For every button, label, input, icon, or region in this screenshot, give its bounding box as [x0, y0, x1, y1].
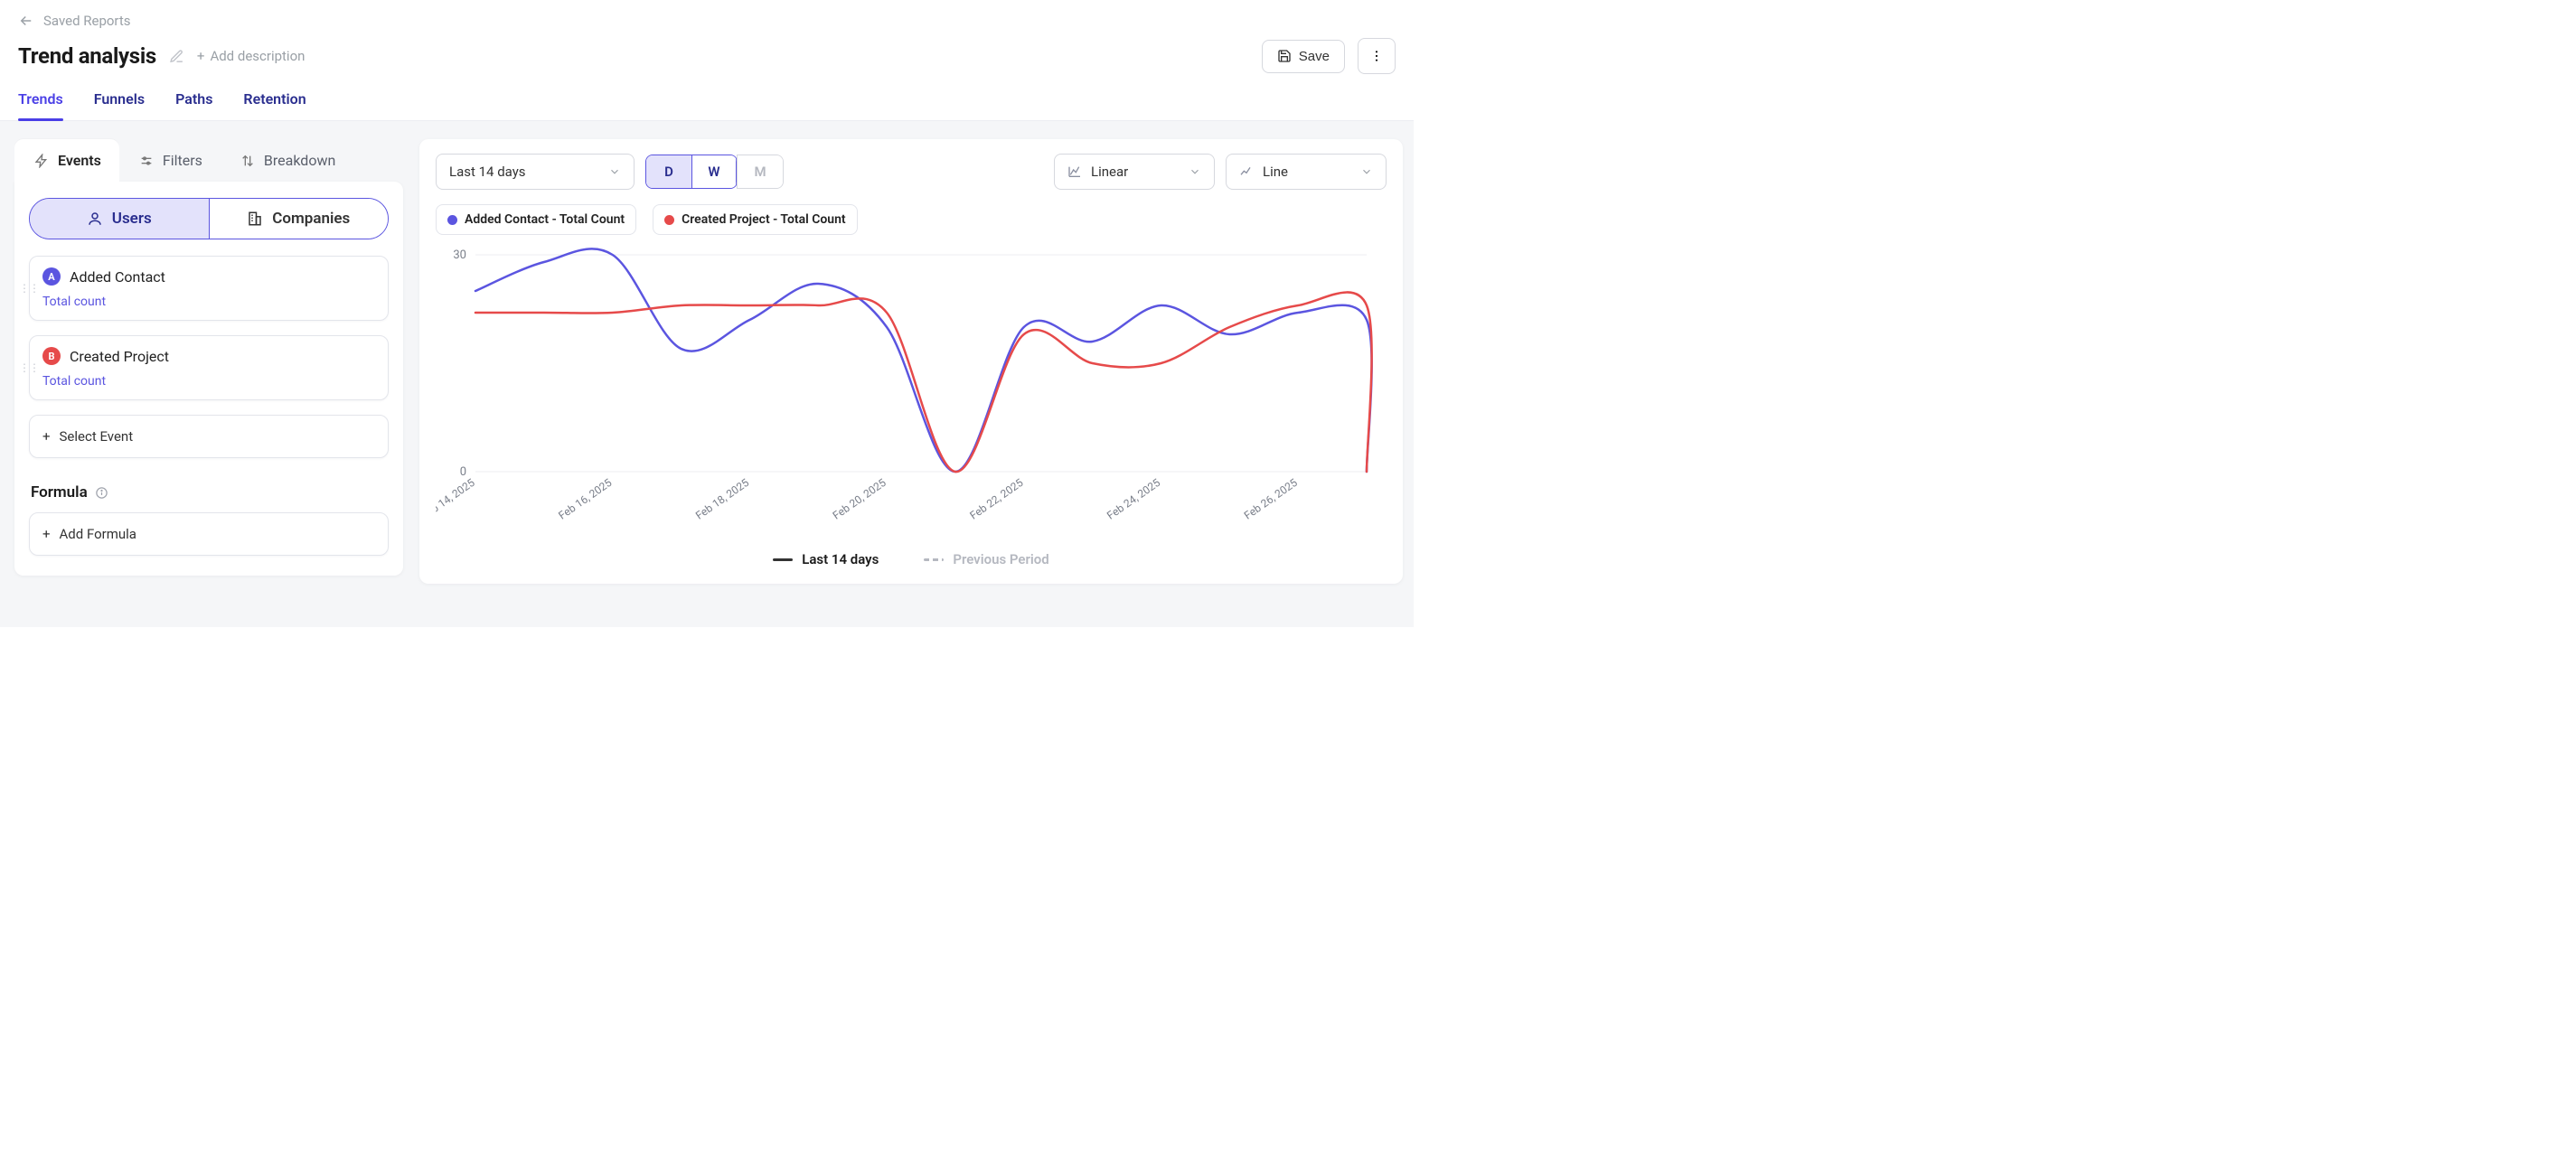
bottom-legend-previous[interactable]: Previous Period: [924, 551, 1048, 567]
legend-dot-icon: [664, 215, 674, 225]
chart-type-select[interactable]: Line: [1226, 154, 1387, 190]
add-formula-button[interactable]: + Add Formula: [29, 512, 389, 556]
plus-icon: +: [42, 428, 51, 445]
save-button[interactable]: Save: [1262, 40, 1345, 73]
event-badge-b: B: [42, 347, 61, 365]
save-icon: [1277, 49, 1292, 63]
svg-text:Feb 14, 2025: Feb 14, 2025: [436, 476, 477, 522]
edit-title-icon[interactable]: [169, 49, 184, 64]
filters-icon: [139, 154, 154, 168]
trend-chart: 0 30 Feb 14, 2025 Feb 16, 2025 Feb 18, 2025 F…: [436, 246, 1387, 544]
chevron-down-icon: [1360, 165, 1373, 178]
side-tab-filters[interactable]: Filters: [119, 139, 221, 182]
plus-icon: +: [197, 48, 205, 64]
legend-item-b[interactable]: Created Project - Total Count: [653, 204, 858, 235]
add-description-button[interactable]: + Add description: [197, 48, 306, 64]
svg-text:Feb 20, 2025: Feb 20, 2025: [831, 476, 888, 522]
event-card-b[interactable]: ⋮⋮ B Created Project Total count: [29, 335, 389, 400]
drag-handle-icon[interactable]: ⋮⋮: [19, 361, 39, 374]
legend-dot-icon: [447, 215, 457, 225]
select-event-button[interactable]: + Select Event: [29, 415, 389, 458]
svg-text:Feb 24, 2025: Feb 24, 2025: [1105, 476, 1162, 522]
chevron-down-icon: [1189, 165, 1201, 178]
building-icon: [247, 211, 263, 227]
event-badge-a: A: [42, 267, 61, 286]
granularity-week-button[interactable]: W: [691, 155, 737, 188]
formula-heading: Formula: [31, 483, 88, 501]
event-metric-link[interactable]: Total count: [42, 295, 375, 309]
svg-text:Feb 16, 2025: Feb 16, 2025: [556, 476, 614, 522]
legend-item-a[interactable]: Added Contact - Total Count: [436, 204, 636, 235]
granularity-group: D W: [645, 155, 738, 189]
svg-text:0: 0: [460, 465, 466, 479]
event-card-a[interactable]: ⋮⋮ A Added Contact Total count: [29, 256, 389, 321]
plus-icon: +: [42, 526, 51, 542]
dashed-line-icon: [924, 558, 944, 561]
drag-handle-icon[interactable]: ⋮⋮: [19, 282, 39, 295]
granularity-day-button[interactable]: D: [646, 155, 691, 188]
tab-retention[interactable]: Retention: [243, 81, 306, 120]
svg-text:Feb 26, 2025: Feb 26, 2025: [1242, 476, 1300, 522]
event-name: Created Project: [70, 348, 169, 365]
info-icon[interactable]: [95, 486, 108, 500]
linear-scale-icon: [1067, 164, 1082, 179]
tab-paths[interactable]: Paths: [175, 81, 212, 120]
more-vertical-icon: [1369, 49, 1384, 63]
user-icon: [87, 211, 103, 227]
bolt-icon: [34, 154, 49, 168]
tab-trends[interactable]: Trends: [18, 81, 63, 120]
segment-companies-button[interactable]: Companies: [209, 199, 389, 239]
bottom-legend-current[interactable]: Last 14 days: [773, 551, 879, 567]
solid-line-icon: [773, 558, 793, 561]
back-arrow-icon[interactable]: [18, 13, 34, 29]
date-range-select[interactable]: Last 14 days: [436, 154, 635, 190]
svg-text:30: 30: [453, 248, 466, 262]
side-tab-breakdown[interactable]: Breakdown: [221, 139, 353, 182]
tab-funnels[interactable]: Funnels: [94, 81, 145, 120]
svg-text:Feb 22, 2025: Feb 22, 2025: [967, 476, 1025, 522]
chevron-down-icon: [608, 165, 621, 178]
breakdown-icon: [240, 154, 255, 168]
event-name: Added Contact: [70, 268, 165, 286]
breadcrumb[interactable]: Saved Reports: [43, 13, 131, 29]
more-menu-button[interactable]: [1358, 38, 1396, 74]
svg-text:Feb 18, 2025: Feb 18, 2025: [693, 476, 751, 522]
line-chart-icon: [1239, 164, 1254, 179]
side-tab-events[interactable]: Events: [14, 139, 119, 182]
granularity-month-button[interactable]: M: [738, 155, 783, 188]
page-title: Trend analysis: [18, 43, 156, 69]
event-metric-link[interactable]: Total count: [42, 374, 375, 389]
scale-select[interactable]: Linear: [1054, 154, 1215, 190]
segment-users-button[interactable]: Users: [30, 199, 209, 239]
